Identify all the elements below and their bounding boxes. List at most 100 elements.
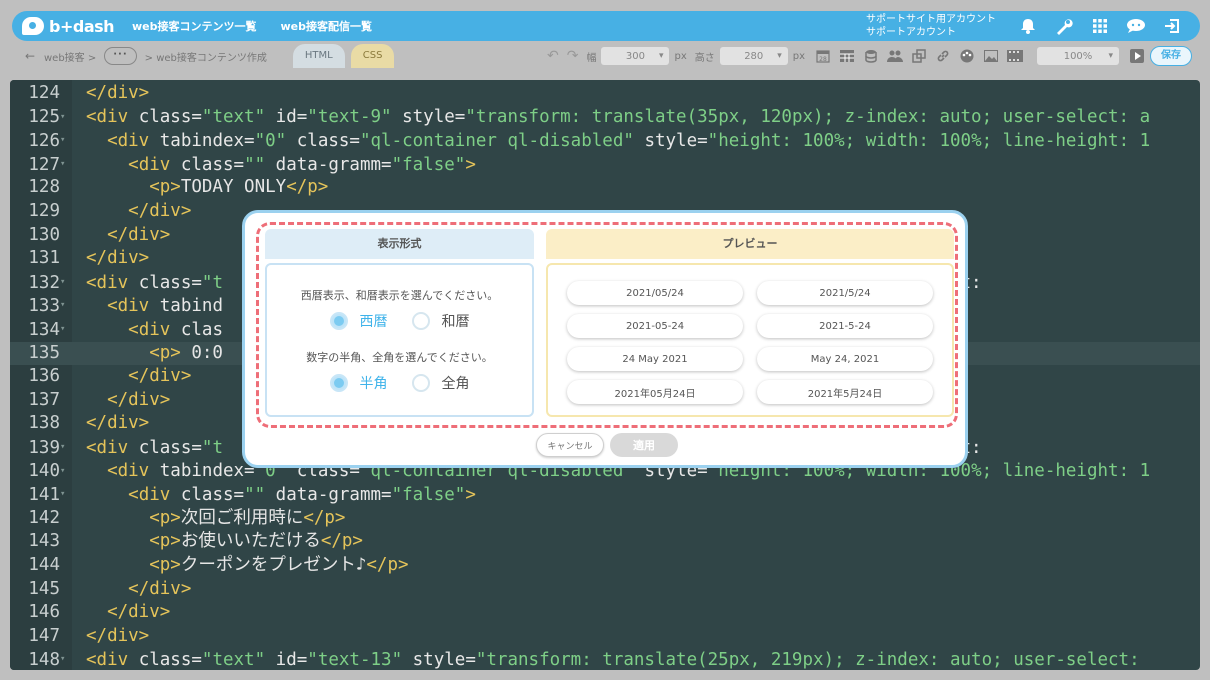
fold-arrow-icon[interactable]: ▾ [60, 271, 72, 295]
radio-zenkaku[interactable]: 全角 [411, 373, 470, 393]
chevron-down-icon: ▾ [777, 51, 782, 61]
code-text: <div class="" data-gramm="false"> [72, 485, 476, 505]
width-prompt: 数字の半角、全角を選んでください。 [306, 351, 493, 364]
support-site-account: サポートサイト用アカウント [866, 14, 996, 25]
preview-format-option[interactable]: May 24, 2021 [757, 347, 933, 371]
radio-dot[interactable] [411, 312, 430, 330]
database-icon[interactable] [862, 49, 880, 63]
era-radio-group: 西暦 和暦 [267, 311, 532, 331]
code-token: "t [201, 437, 223, 458]
code-line[interactable]: 141▾ <div class="" data-gramm="false"> [10, 483, 1200, 507]
undo-icon[interactable]: ↶ [547, 48, 559, 64]
code-token: </div> [86, 413, 150, 434]
chat-icon[interactable] [1118, 11, 1154, 41]
code-line[interactable]: 144 <p>クーポンをプレゼント♪</p> [10, 554, 1200, 578]
account-info[interactable]: サポートサイト用アカウント サポートアカウント [866, 13, 996, 39]
redo-icon[interactable]: ↷ [567, 48, 579, 64]
app-header: b+dash web接客コンテンツ一覧 web接客配信一覧 サポートサイト用アカ… [12, 11, 1200, 41]
preview-format-option[interactable]: 2021年5月24日 [757, 380, 933, 404]
nav-content-list[interactable]: web接客コンテンツ一覧 [132, 18, 257, 34]
code-line[interactable]: 148▾ <div class="text" id="text-13" style… [10, 648, 1200, 670]
preview-format-option[interactable]: 24 May 2021 [567, 347, 743, 371]
preview-format-option[interactable]: 2021-5-24 [757, 314, 933, 338]
code-line[interactable]: 145 </div> [10, 578, 1200, 602]
code-line[interactable]: 128 <p>TODAY ONLY</p> [10, 176, 1200, 200]
breadcrumb-more-button[interactable]: ··· [104, 47, 137, 65]
preview-format-option[interactable]: 2021年05月24日 [567, 380, 743, 404]
code-token: > [465, 484, 476, 505]
table-icon[interactable] [838, 49, 856, 63]
code-line[interactable]: 125▾ <div class="text" id="text-9" style=… [10, 106, 1200, 130]
code-line[interactable]: 142 <p>次回ご利用時に</p> [10, 507, 1200, 531]
wrench-icon[interactable] [1046, 11, 1082, 41]
support-account: サポートアカウント [866, 27, 956, 38]
users-icon[interactable] [886, 49, 904, 63]
radio-dot[interactable] [329, 312, 348, 330]
zoom-select[interactable]: 100% ▾ [1037, 47, 1119, 65]
radio-hankaku[interactable]: 半角 [329, 373, 388, 393]
code-token: id= [275, 107, 308, 128]
breadcrumb-web-sekkyaku[interactable]: web接客 > [44, 49, 96, 64]
width-unit: px [674, 50, 687, 62]
code-line[interactable]: 126▾ <div tabindex="0" class="ql-contain… [10, 129, 1200, 153]
code-text: <div clas [72, 320, 223, 340]
code-token: class= [138, 107, 202, 128]
code-token: tabindex= [159, 130, 255, 151]
fold-arrow-icon[interactable]: ▾ [60, 153, 72, 177]
preview-format-option[interactable]: 2021/5/24 [757, 281, 933, 305]
grid-icon[interactable] [1082, 11, 1118, 41]
radio-dot[interactable] [329, 374, 348, 392]
code-token: data-gramm= [275, 484, 392, 505]
code-token: class= [138, 437, 202, 458]
calendar-icon[interactable]: 28 [814, 49, 832, 63]
tab-css[interactable]: CSS [350, 44, 395, 68]
line-number: 146 [28, 602, 60, 623]
logout-icon[interactable] [1154, 11, 1190, 41]
code-text: </div> [72, 201, 191, 221]
cancel-button[interactable]: キャンセル [536, 433, 604, 457]
line-number: 126 [28, 130, 60, 151]
code-token: <div [107, 296, 160, 317]
preview-play-icon[interactable] [1130, 49, 1144, 63]
radio-seireki[interactable]: 西暦 [329, 311, 388, 331]
code-line[interactable]: 146 </div> [10, 601, 1200, 625]
back-arrow-icon[interactable]: ← [20, 49, 40, 63]
bell-icon[interactable] [1010, 11, 1046, 41]
code-token: </p> [320, 531, 363, 552]
fold-arrow-icon[interactable]: ▾ [60, 483, 72, 507]
fold-arrow-icon[interactable]: ▾ [60, 294, 72, 318]
fold-arrow-icon[interactable]: ▾ [60, 436, 72, 460]
fold-arrow-icon[interactable]: ▾ [60, 648, 72, 670]
fold-arrow-icon[interactable]: ▾ [60, 460, 72, 484]
nav-delivery-list[interactable]: web接客配信一覧 [281, 18, 373, 34]
code-line[interactable]: 124 </div> [10, 82, 1200, 106]
line-number: 135 [28, 342, 60, 363]
radio-dot[interactable] [411, 374, 430, 392]
code-text: </div> [72, 390, 170, 410]
tab-html[interactable]: HTML [292, 44, 345, 68]
width-select[interactable]: 300 ▾ [601, 47, 670, 65]
code-line[interactable]: 147 </div> [10, 625, 1200, 649]
save-button[interactable]: 保存 [1150, 46, 1192, 66]
code-text: <div class="text" id="text-13" style="tr… [72, 650, 1150, 670]
video-icon[interactable] [1006, 49, 1024, 63]
fold-arrow-icon[interactable]: ▾ [60, 106, 72, 130]
code-token: </div> [86, 83, 150, 103]
image-icon[interactable] [982, 49, 1000, 63]
height-select[interactable]: 280 ▾ [719, 47, 788, 65]
copy-icon[interactable] [910, 49, 928, 63]
palette-icon[interactable] [958, 49, 976, 63]
apply-button[interactable]: 適用 [610, 433, 678, 457]
preview-format-option[interactable]: 2021-05-24 [567, 314, 743, 338]
code-token: 次回ご利用時に [180, 507, 304, 528]
line-number: 128 [28, 177, 60, 198]
code-token: TODAY ONLY [180, 177, 287, 198]
logo[interactable]: b+dash [22, 17, 132, 36]
radio-wareki[interactable]: 和暦 [411, 311, 470, 331]
fold-arrow-icon[interactable]: ▾ [60, 129, 72, 153]
link-icon[interactable] [934, 49, 952, 63]
code-line[interactable]: 143 <p>お使いいただける</p> [10, 530, 1200, 554]
code-line[interactable]: 127▾ <div class="" data-gramm="false"> [10, 153, 1200, 177]
fold-arrow-icon[interactable]: ▾ [60, 318, 72, 342]
preview-format-option[interactable]: 2021/05/24 [567, 281, 743, 305]
